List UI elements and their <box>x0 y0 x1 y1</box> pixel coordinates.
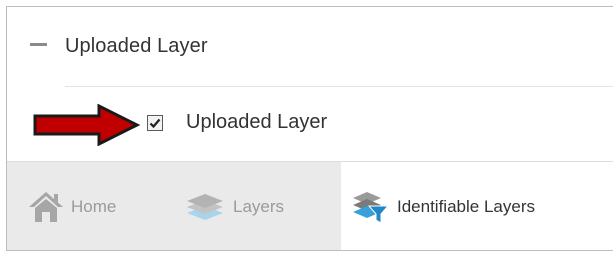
minus-icon <box>29 42 47 46</box>
tab-home-label: Home <box>71 196 117 216</box>
layer-label: Uploaded Layer <box>186 111 328 133</box>
home-icon <box>29 191 63 222</box>
tab-identifiable-layers[interactable]: Identifiable Layers <box>341 162 613 250</box>
layer-panel: Uploaded Layer Uploaded Layer Home Layer… <box>6 6 613 251</box>
tab-identifiable-layers-label: Identifiable Layers <box>397 196 535 216</box>
layer-checkbox[interactable] <box>147 115 163 131</box>
tab-home[interactable]: Home <box>27 162 117 250</box>
arrow-icon <box>33 104 141 146</box>
checkmark-icon <box>149 118 161 129</box>
tab-layers-label: Layers <box>233 196 285 216</box>
layers-icon <box>187 193 223 220</box>
tab-layers[interactable]: Layers <box>185 162 285 250</box>
collapse-button[interactable] <box>25 31 51 57</box>
layer-group-title: Uploaded Layer <box>65 35 208 57</box>
identifiable-layers-icon <box>353 191 389 224</box>
tab-bar: Home Layers Identifiable Layers <box>7 161 613 250</box>
layer-group-header: Uploaded Layer <box>7 7 613 87</box>
